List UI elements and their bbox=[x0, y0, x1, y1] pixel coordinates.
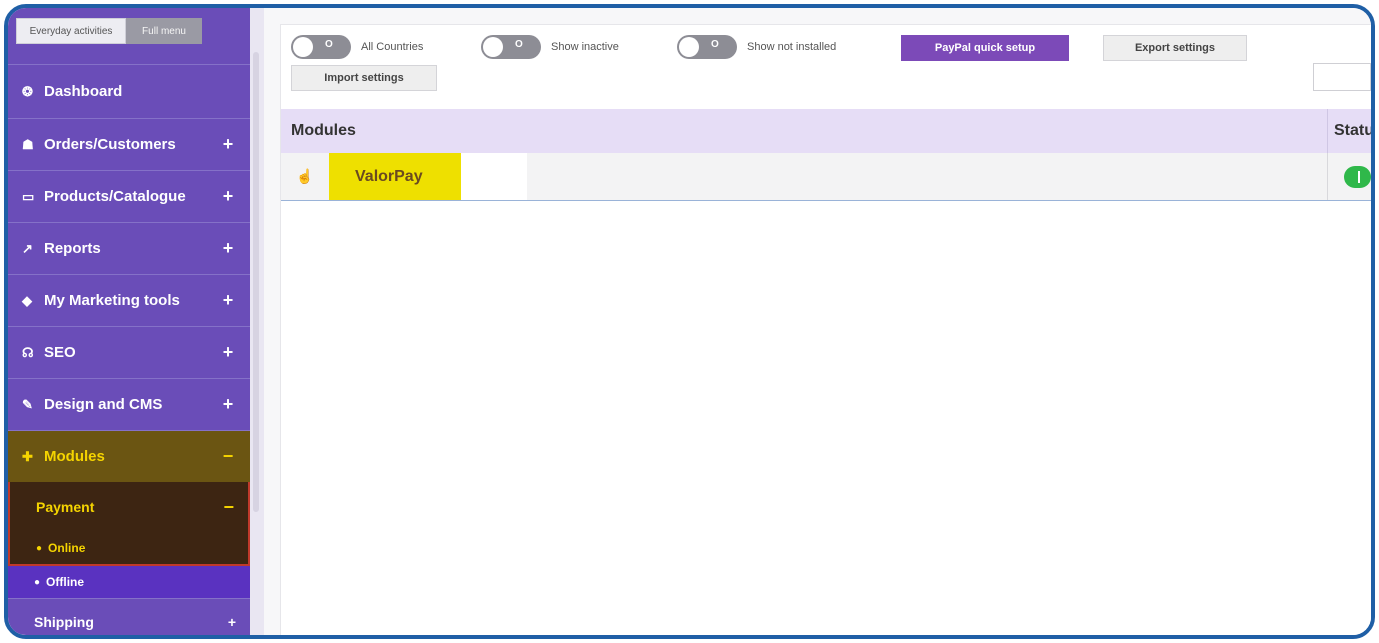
toggle-label: All Countries bbox=[361, 41, 424, 53]
sidebar-item-label: Products/Catalogue bbox=[44, 188, 186, 205]
bullet-icon: ● bbox=[34, 576, 41, 588]
expand-icon[interactable]: + bbox=[228, 614, 236, 630]
sidebar: Everyday activities Full menu ❂ Dashboar… bbox=[8, 8, 250, 635]
table-cell bbox=[461, 153, 527, 200]
expand-icon[interactable]: + bbox=[220, 186, 236, 207]
modules-panel: O All Countries O Show inactive O Show n… bbox=[280, 24, 1371, 635]
sidebar-subitem-label: Online bbox=[48, 541, 86, 555]
expand-icon[interactable]: + bbox=[220, 238, 236, 259]
import-settings-button[interactable]: Import settings bbox=[291, 65, 437, 91]
sidebar-item-label: Orders/Customers bbox=[44, 136, 176, 153]
main-content: O All Countries O Show inactive O Show n… bbox=[264, 8, 1371, 635]
dashboard-icon: ❂ bbox=[22, 83, 33, 99]
expand-icon[interactable]: + bbox=[220, 342, 236, 363]
expand-icon[interactable]: + bbox=[220, 134, 236, 155]
sidebar-item-marketing-tools[interactable]: ◆ My Marketing tools + bbox=[8, 274, 250, 326]
toggle-show-inactive[interactable]: O Show inactive bbox=[481, 35, 619, 59]
toolbar: O All Countries O Show inactive O Show n… bbox=[291, 33, 1371, 91]
folder-icon: ▭ bbox=[22, 188, 35, 204]
app-frame: Everyday activities Full menu ❂ Dashboar… bbox=[4, 4, 1375, 639]
status-toggle[interactable] bbox=[1344, 165, 1371, 188]
sidebar-item-label: Modules bbox=[44, 448, 105, 465]
expand-icon[interactable]: + bbox=[220, 290, 236, 311]
tab-everyday-activities[interactable]: Everyday activities bbox=[16, 18, 126, 44]
toggle-all-countries[interactable]: O All Countries bbox=[291, 35, 423, 59]
toggle-knob bbox=[293, 37, 313, 57]
sidebar-tabs: Everyday activities Full menu bbox=[8, 8, 250, 64]
collapse-icon[interactable]: − bbox=[220, 446, 236, 467]
scrollbar-thumb[interactable] bbox=[253, 52, 259, 512]
toggle-switch[interactable]: O bbox=[481, 35, 541, 59]
sitemap-icon: ☊ bbox=[22, 344, 34, 360]
drag-handle-icon[interactable]: ☝ bbox=[281, 153, 329, 200]
tab-full-menu[interactable]: Full menu bbox=[126, 18, 202, 44]
table-row[interactable]: ☝ ValorPay bbox=[281, 153, 1371, 201]
toggle-state: O bbox=[711, 39, 719, 50]
sidebar-item-seo[interactable]: ☊ SEO + bbox=[8, 326, 250, 378]
sidebar-subitem-label: Shipping bbox=[34, 613, 94, 630]
sidebar-item-label: Dashboard bbox=[44, 83, 123, 100]
sidebar-item-label: My Marketing tools bbox=[44, 292, 180, 309]
sidebar-subitem-label: Payment bbox=[36, 499, 95, 515]
sidebar-item-design-cms[interactable]: ✎ Design and CMS + bbox=[8, 378, 250, 430]
bullet-icon: ● bbox=[36, 542, 43, 554]
sidebar-subitem-shipping[interactable]: Shipping + bbox=[8, 598, 250, 635]
puzzle-icon: ✚ bbox=[22, 448, 33, 464]
toggle-label: Show not installed bbox=[747, 41, 837, 53]
toggle-state: O bbox=[515, 39, 523, 50]
expand-icon[interactable]: + bbox=[220, 394, 236, 415]
toggle-knob bbox=[679, 37, 699, 57]
sidebar-item-products-catalogue[interactable]: ▭ Products/Catalogue + bbox=[8, 170, 250, 222]
toggle-label: Show inactive bbox=[551, 41, 619, 53]
sidebar-item-label: Reports bbox=[44, 240, 101, 257]
status-cell bbox=[1327, 153, 1371, 200]
toggle-show-not-installed[interactable]: O Show not installed bbox=[677, 35, 836, 59]
sidebar-item-label: SEO bbox=[44, 344, 76, 361]
chart-icon: ↗ bbox=[22, 240, 33, 256]
sidebar-item-modules[interactable]: ✚ Modules − bbox=[8, 430, 250, 482]
toggle-knob bbox=[483, 37, 503, 57]
sidebar-item-orders-customers[interactable]: ☗ Orders/Customers + bbox=[8, 118, 250, 170]
module-name[interactable]: ValorPay bbox=[329, 153, 461, 200]
toggle-switch[interactable]: O bbox=[677, 35, 737, 59]
export-settings-button[interactable]: Export settings bbox=[1103, 35, 1247, 61]
column-header-modules[interactable]: Modules bbox=[281, 122, 1327, 140]
brush-icon: ✎ bbox=[22, 396, 33, 412]
column-header-status[interactable]: Status bbox=[1327, 109, 1371, 153]
sidebar-subitem-payment[interactable]: Payment − bbox=[8, 482, 250, 532]
paypal-quick-setup-button[interactable]: PayPal quick setup bbox=[901, 35, 1069, 61]
table-header: Modules Status bbox=[281, 109, 1371, 153]
toggle-switch[interactable]: O bbox=[291, 35, 351, 59]
sidebar-subitem-label: Offline bbox=[46, 575, 85, 589]
tag-icon: ◆ bbox=[22, 292, 32, 308]
sidebar-item-dashboard[interactable]: ❂ Dashboard bbox=[8, 64, 250, 118]
sidebar-subitem-online[interactable]: ● Online bbox=[8, 532, 250, 566]
collapse-icon[interactable]: − bbox=[223, 497, 234, 518]
sidebar-scrollbar[interactable] bbox=[250, 8, 264, 635]
search-input[interactable] bbox=[1313, 63, 1371, 91]
sidebar-item-label: Design and CMS bbox=[44, 396, 163, 413]
toggle-state: O bbox=[325, 39, 333, 50]
sidebar-subitem-offline[interactable]: ● Offline bbox=[8, 566, 250, 598]
sidebar-item-reports[interactable]: ↗ Reports + bbox=[8, 222, 250, 274]
users-icon: ☗ bbox=[22, 136, 34, 152]
